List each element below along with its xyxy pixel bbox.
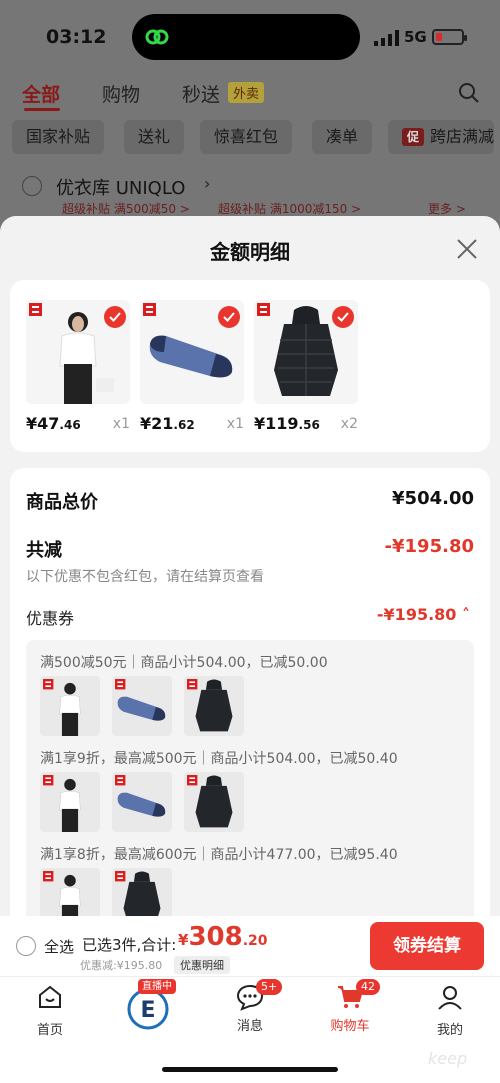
- uniqlo-logo: [29, 303, 42, 316]
- coupon-product-thumb: [40, 868, 100, 916]
- product-item[interactable]: ¥119.56 x2: [254, 300, 358, 433]
- network-type: 5G: [404, 28, 427, 46]
- watermark: keep: [428, 1049, 468, 1068]
- product-image: [254, 300, 358, 404]
- total-label: 商品总价: [26, 492, 98, 513]
- active-tab-indicator: [24, 108, 60, 111]
- clock: 03:12: [46, 26, 107, 48]
- amount-detail-sheet: 金额明细 ¥47.46 x1 ¥21.62 x1 ¥119.56 x2 商品总价…: [0, 216, 500, 916]
- tab-messages[interactable]: 5+ 消息: [220, 979, 283, 1034]
- total-value: ¥504.00: [392, 488, 474, 509]
- chip-cross-store[interactable]: 促跨店满减: [388, 120, 495, 154]
- product-qty: x2: [340, 416, 358, 432]
- promo-peek-1: 超级补贴 满500减50 >: [62, 202, 190, 216]
- discount-detail-link[interactable]: 优惠明细: [174, 956, 230, 974]
- chip-subsidy[interactable]: 国家补贴: [12, 120, 105, 154]
- checkout-button[interactable]: 领券结算: [370, 922, 484, 970]
- product-price: ¥47.46: [26, 414, 81, 433]
- coupon-detail-box: 满500减50元｜商品小计504.00，已减50.00 满1享9折，最高减500…: [26, 640, 474, 916]
- uniqlo-logo: [143, 303, 156, 316]
- chip-gift[interactable]: 送礼: [124, 120, 185, 154]
- reduce-label: 共减: [26, 540, 62, 561]
- shop-name[interactable]: 优衣库 UNIQLO: [56, 174, 185, 200]
- product-qty: x1: [226, 416, 244, 432]
- product-item[interactable]: ¥21.62 x1: [140, 300, 244, 433]
- total-amount: ¥308.20: [178, 922, 268, 952]
- promo-peek-2: 超级补贴 满1000减150 >: [218, 202, 362, 216]
- select-all-label[interactable]: 全选: [44, 936, 74, 957]
- coupon-rule: 满1享8折，最高减600元｜商品小计477.00，已减95.40: [40, 847, 398, 863]
- message-badge: 5+: [256, 979, 283, 995]
- battery-icon: [432, 29, 467, 45]
- selected-summary: 已选3件,合计:: [82, 936, 177, 954]
- discount-note: 以下优惠不包含红包，请在结算页查看: [26, 569, 264, 585]
- tab-all[interactable]: 全部: [22, 80, 60, 107]
- coupon-product-thumb: [40, 772, 100, 832]
- product-strip: ¥47.46 x1 ¥21.62 x1 ¥119.56 x2: [10, 280, 490, 452]
- bottom-tab-bar: 首页 E 直播中 5+ 消息 42 购物车 我的 keep: [0, 976, 500, 1083]
- check-icon: [218, 306, 240, 328]
- coupon-product-thumb: [112, 772, 172, 832]
- dynamic-island: [132, 14, 360, 60]
- uniqlo-logo: [257, 303, 270, 316]
- chevron-up-icon: ˄: [462, 605, 470, 624]
- product-price: ¥119.56: [254, 414, 320, 433]
- coupon-product-thumb: [184, 772, 244, 832]
- shop-select-radio[interactable]: [22, 176, 42, 196]
- check-icon: [332, 306, 354, 328]
- sheet-title: 金额明细: [210, 240, 290, 264]
- product-price: ¥21.62: [140, 414, 195, 433]
- filter-chips: 国家补贴 送礼 惊喜红包 凑单 促跨店满减: [0, 120, 500, 158]
- close-icon[interactable]: [452, 234, 482, 264]
- tab-shopping[interactable]: 购物: [102, 80, 140, 107]
- promo-icon: 促: [402, 128, 424, 146]
- status-bar: 03:12 5G: [0, 0, 500, 72]
- coupon-product-thumb: [112, 868, 172, 916]
- svg-text:E: E: [140, 998, 155, 1023]
- amount-summary: 商品总价 ¥504.00 共减 -¥195.80 以下优惠不包含红包，请在结算页…: [10, 468, 490, 916]
- tab-cart[interactable]: 42 购物车: [320, 979, 380, 1034]
- chevron-right-icon: ›: [204, 174, 211, 193]
- coupon-rule: 满500减50元｜商品小计504.00，已减50.00: [40, 655, 328, 671]
- select-all-radio[interactable]: [16, 936, 36, 956]
- signal-icon: [374, 30, 399, 46]
- chip-add-on[interactable]: 凑单: [312, 120, 373, 154]
- tab-home[interactable]: 首页: [20, 983, 80, 1038]
- checkout-bar: 全选 已选3件,合计: ¥308.20 优惠减:¥195.80 优惠明细 领券结…: [0, 916, 500, 976]
- top-nav: 全部 购物 秒送 外卖: [0, 74, 500, 114]
- tab-me[interactable]: 我的: [420, 983, 480, 1038]
- waimai-tag: 外卖: [228, 82, 265, 103]
- chip-cross-store-label: 跨店满减: [430, 127, 495, 146]
- coupon-label: 优惠券: [26, 609, 75, 628]
- coupon-product-thumb: [40, 676, 100, 736]
- chip-red-packet[interactable]: 惊喜红包: [200, 120, 293, 154]
- reduce-value: -¥195.80: [384, 536, 474, 557]
- search-icon[interactable]: [458, 82, 480, 104]
- live-badge: 直播中: [138, 979, 176, 994]
- tab-instant[interactable]: 秒送: [182, 80, 220, 107]
- product-qty: x1: [112, 416, 130, 432]
- product-item[interactable]: ¥47.46 x1: [26, 300, 130, 433]
- coupon-product-thumb: [184, 676, 244, 736]
- check-icon: [104, 306, 126, 328]
- home-indicator: [162, 1067, 338, 1072]
- user-icon: [438, 986, 462, 1010]
- promo-peek-more: 更多 >: [428, 202, 466, 216]
- coupon-rule: 满1享9折，最高减500元｜商品小计504.00，已减50.40: [40, 751, 398, 767]
- product-image: [26, 300, 130, 404]
- coupon-toggle[interactable]: -¥195.80 ˄: [377, 605, 470, 624]
- discount-text: 优惠减:¥195.80: [80, 959, 163, 972]
- product-image: [140, 300, 244, 404]
- home-icon: [39, 985, 61, 1008]
- link-icon: [145, 29, 169, 45]
- coupon-product-thumb: [112, 676, 172, 736]
- cart-badge: 42: [356, 979, 380, 995]
